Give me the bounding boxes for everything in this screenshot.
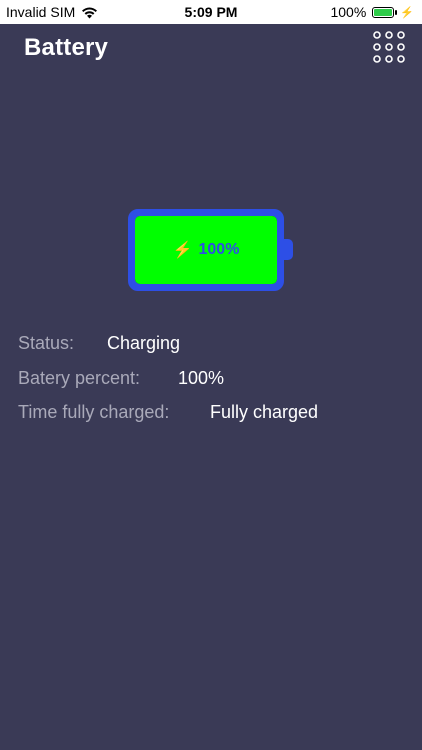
status-battery-level (374, 8, 393, 16)
time-value: Fully charged (210, 402, 319, 422)
status-label: Status: (18, 333, 75, 353)
lightning-bolt-icon: ⚡ (172, 242, 193, 259)
percent-label: Batery percent: (18, 368, 141, 388)
status-battery-percent: 100% (330, 4, 367, 20)
status-battery-icon (372, 6, 398, 18)
time-row: Time fully charged: Fully charged (18, 402, 318, 423)
grid-dots-icon[interactable] (372, 30, 406, 64)
battery-percent-text: 100% (198, 241, 240, 258)
status-row: Status: Charging (18, 333, 180, 354)
page-title: Battery (24, 34, 109, 61)
percent-row: Batery percent: 100% (18, 368, 224, 389)
status-charging-icon: ⚡ (400, 6, 414, 19)
battery-terminal (284, 239, 293, 260)
status-bar-right: 100% ⚡ (330, 4, 414, 20)
battery-label: ⚡ 100% (135, 216, 277, 284)
percent-value: 100% (178, 368, 225, 388)
status-bar: Invalid SIM 5:09 PM 100% ⚡ (0, 0, 422, 24)
battery-graphic: ⚡ 100% (128, 209, 284, 291)
battery-body: ⚡ 100% (135, 216, 277, 284)
status-value: Charging (107, 333, 181, 353)
time-label: Time fully charged: (18, 402, 170, 422)
